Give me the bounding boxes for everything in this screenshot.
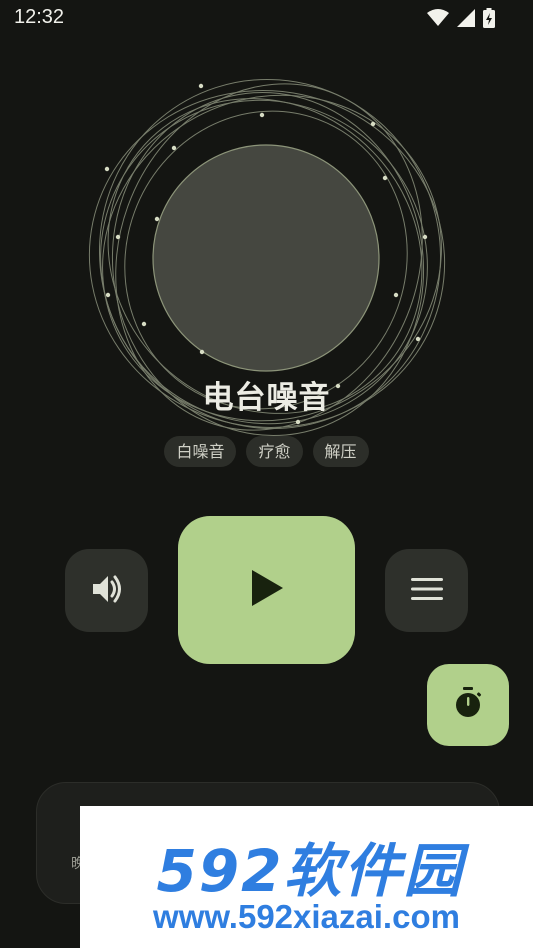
menu-icon (410, 576, 444, 606)
battery-charging-icon (483, 8, 495, 32)
timer-button[interactable] (427, 664, 509, 746)
tag-list: 白噪音 疗愈 解压 (0, 436, 533, 467)
track-title: 电台噪音 (202, 380, 331, 416)
volume-icon (89, 571, 125, 611)
watermark-url: www.592xiazai.com (153, 898, 460, 935)
wifi-icon (427, 9, 449, 31)
tag-chip[interactable]: 疗愈 (246, 436, 303, 467)
play-button[interactable] (178, 516, 355, 664)
watermark-brand: 592软件园 (156, 837, 464, 905)
volume-button[interactable] (65, 549, 148, 632)
play-icon (249, 568, 285, 612)
watermark-overlay: 592软件园 www.592xiazai.com (80, 806, 533, 948)
app-screen: 12:32 电台噪音 白噪音 疗愈 解压 晚 592软件园 www.592xia… (0, 0, 533, 948)
status-bar: 12:32 (0, 0, 533, 38)
status-icons (427, 8, 495, 32)
signal-icon (457, 9, 475, 31)
status-time: 12:32 (14, 6, 65, 28)
tag-chip[interactable]: 解压 (312, 436, 369, 467)
playlist-button[interactable] (385, 549, 468, 632)
tag-chip[interactable]: 白噪音 (164, 436, 237, 467)
stopwatch-icon (453, 687, 483, 723)
